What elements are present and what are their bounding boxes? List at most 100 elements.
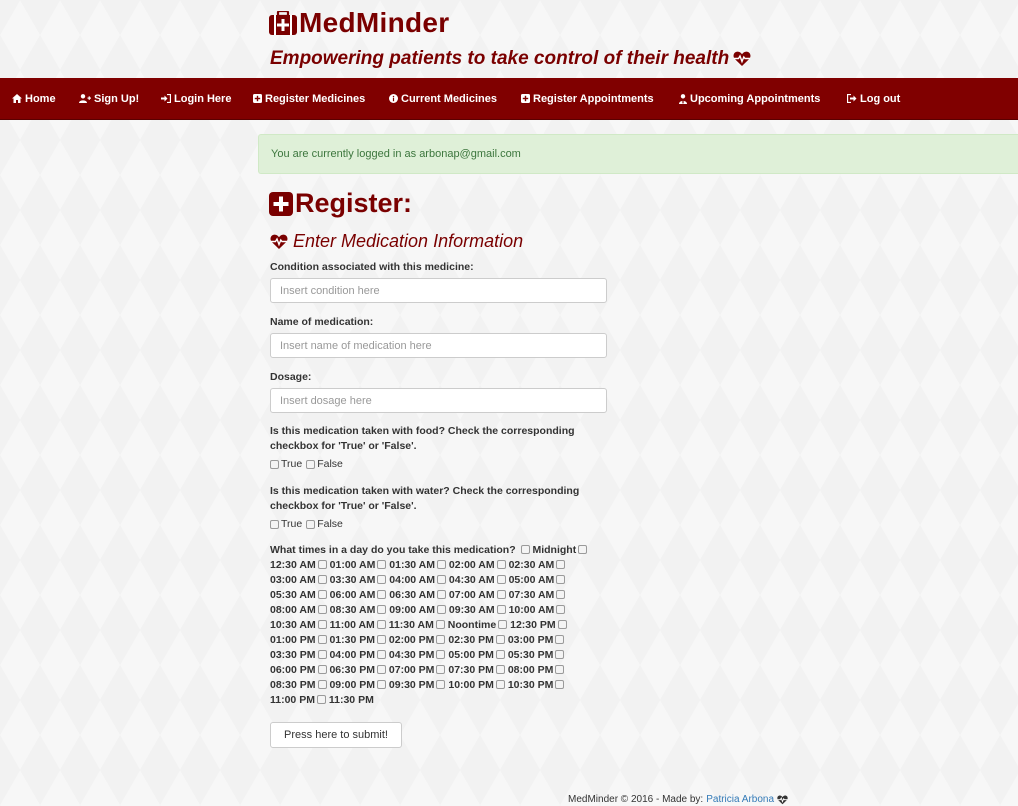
nav-sign-up[interactable]: Sign Up! <box>79 78 139 119</box>
nav-current-medicines-label: Current Medicines <box>401 92 497 105</box>
time-checkbox[interactable] <box>555 649 565 659</box>
time-option-label: 07:00 PM <box>388 664 435 676</box>
nav-register-medicines[interactable]: Register Medicines <box>253 78 365 119</box>
time-checkbox[interactable] <box>317 634 327 644</box>
time-checkbox[interactable] <box>578 544 588 554</box>
time-checkbox[interactable] <box>376 649 386 659</box>
time-option: 01:30 AM <box>389 559 446 571</box>
time-checkbox[interactable] <box>556 604 566 614</box>
time-checkbox[interactable] <box>520 544 530 554</box>
food-true-label: True <box>281 458 303 470</box>
time-option: 11:00 PM <box>270 694 326 706</box>
time-checkbox[interactable] <box>437 574 446 584</box>
time-option: 05:30 AM <box>270 589 327 601</box>
sign-in-icon <box>161 94 171 103</box>
nav-upcoming-appointments[interactable]: Upcoming Appointments <box>679 78 820 119</box>
time-checkbox[interactable] <box>317 649 327 659</box>
time-option-label: 02:30 PM <box>448 634 494 646</box>
info-circle-icon <box>389 94 398 103</box>
time-checkbox[interactable] <box>557 619 567 629</box>
dosage-input[interactable] <box>270 388 607 413</box>
time-checkbox[interactable] <box>317 604 327 614</box>
submit-button[interactable]: Press here to submit! <box>270 722 402 748</box>
nav-register-appointments-label: Register Appointments <box>533 92 654 105</box>
nav-login[interactable]: Login Here <box>161 78 231 119</box>
time-checkbox[interactable] <box>555 634 565 644</box>
time-checkbox[interactable] <box>317 574 327 584</box>
time-option: 08:00 PM <box>508 664 565 676</box>
time-option: 03:30 AM <box>330 574 387 586</box>
time-checkbox[interactable] <box>317 679 327 689</box>
time-checkbox[interactable] <box>437 589 446 599</box>
times-checkbox-group: What times in a day do you take this med… <box>270 543 615 708</box>
food-false-checkbox[interactable] <box>306 459 316 469</box>
time-checkbox[interactable] <box>317 589 327 599</box>
time-checkbox[interactable] <box>317 559 327 569</box>
time-option-label: 10:00 AM <box>508 604 555 616</box>
time-option-label: 08:30 AM <box>329 604 376 616</box>
time-option: 07:30 AM <box>509 589 566 601</box>
time-checkbox[interactable] <box>376 619 386 629</box>
food-question: Is this medication taken with food? Chec… <box>270 425 575 452</box>
time-option: 06:30 PM <box>329 664 386 676</box>
time-checkbox[interactable] <box>316 694 326 704</box>
author-link[interactable]: Patricia Arbona <box>706 794 774 805</box>
water-false-checkbox[interactable] <box>306 519 316 529</box>
time-checkbox[interactable] <box>317 664 327 674</box>
brand-name: MedMinder <box>299 7 450 38</box>
time-checkbox[interactable] <box>556 589 566 599</box>
time-checkbox[interactable] <box>495 679 505 689</box>
time-option-label: 03:30 PM <box>270 649 316 661</box>
time-checkbox[interactable] <box>436 664 446 674</box>
time-checkbox[interactable] <box>377 604 387 614</box>
time-checkbox[interactable] <box>376 664 386 674</box>
time-checkbox[interactable] <box>376 634 386 644</box>
time-checkbox[interactable] <box>496 559 506 569</box>
nav-home[interactable]: Home <box>12 78 56 119</box>
time-checkbox[interactable] <box>436 679 446 689</box>
time-option: 06:00 PM <box>270 664 327 676</box>
time-checkbox[interactable] <box>436 649 446 659</box>
time-checkbox[interactable] <box>495 634 505 644</box>
food-true-checkbox[interactable] <box>270 459 279 469</box>
nav-current-medicines[interactable]: Current Medicines <box>389 78 497 119</box>
medication-name-input[interactable] <box>270 333 607 358</box>
time-checkbox[interactable] <box>556 574 566 584</box>
time-checkbox[interactable] <box>317 619 327 629</box>
time-checkbox[interactable] <box>377 559 387 569</box>
time-checkbox[interactable] <box>555 664 565 674</box>
nav-login-label: Login Here <box>174 92 232 105</box>
time-checkbox[interactable] <box>496 604 506 614</box>
time-checkbox[interactable] <box>437 559 446 569</box>
time-checkbox[interactable] <box>437 604 446 614</box>
water-true-checkbox[interactable] <box>270 519 279 529</box>
medication-subheading-text: Enter Medication Information <box>293 231 524 251</box>
time-checkbox[interactable] <box>377 589 387 599</box>
nav-register-appointments[interactable]: Register Appointments <box>521 78 654 119</box>
nav-log-out[interactable]: Log out <box>847 78 900 119</box>
time-option: 07:00 PM <box>389 664 446 676</box>
time-checkbox[interactable] <box>435 619 445 629</box>
time-checkbox[interactable] <box>495 664 505 674</box>
time-checkbox[interactable] <box>377 574 387 584</box>
time-checkbox[interactable] <box>496 574 506 584</box>
time-option: 09:30 PM <box>389 679 446 691</box>
time-checkbox[interactable] <box>556 559 566 569</box>
time-option-label: 02:30 AM <box>508 559 555 571</box>
brand: MedMinder <box>269 5 449 41</box>
condition-input[interactable] <box>270 278 607 303</box>
time-checkbox[interactable] <box>555 679 565 689</box>
login-status-text: You are currently logged in as arbonap@g… <box>271 148 521 160</box>
time-option-label: 07:00 AM <box>448 589 495 601</box>
time-checkbox[interactable] <box>495 649 505 659</box>
time-option-label: 10:30 AM <box>270 619 316 631</box>
time-checkbox[interactable] <box>496 589 506 599</box>
time-option-label: 01:30 PM <box>329 634 375 646</box>
time-checkbox[interactable] <box>376 679 386 689</box>
plus-square-icon <box>269 191 293 216</box>
time-option: 02:00 PM <box>389 634 446 646</box>
time-checkbox[interactable] <box>436 634 446 644</box>
time-checkbox[interactable] <box>498 619 508 629</box>
time-option-label: 04:00 AM <box>389 574 435 586</box>
nav-register-medicines-label: Register Medicines <box>265 92 366 105</box>
